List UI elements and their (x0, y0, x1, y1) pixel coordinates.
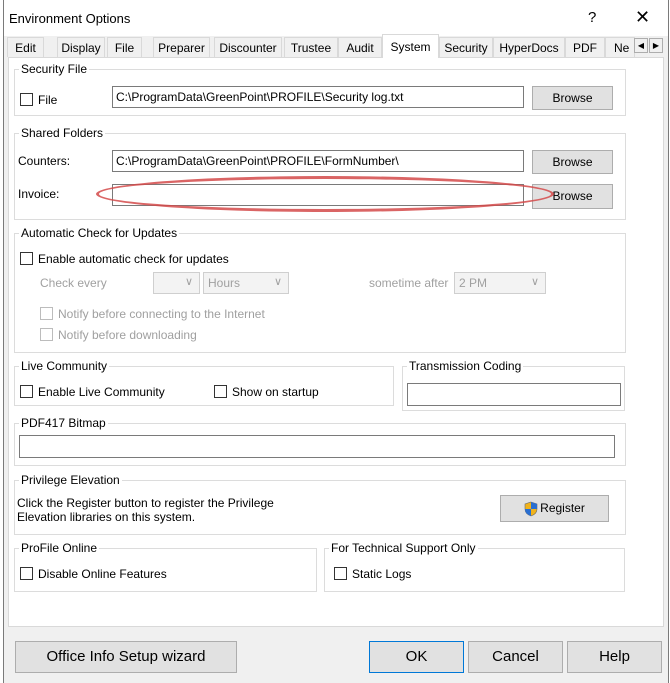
security-file-path-input[interactable]: C:\ProgramData\GreenPoint\PROFILE\Securi… (112, 86, 524, 108)
enable-auto-update-label: Enable automatic check for updates (38, 252, 229, 266)
counters-browse-button[interactable]: Browse (532, 150, 613, 174)
title-bar: Environment Options ? ✕ (4, 0, 668, 36)
chevron-down-icon: ∨ (273, 276, 282, 288)
unit-value: Hours (208, 276, 241, 290)
group-label: Automatic Check for Updates (19, 226, 180, 240)
tab-preparer[interactable]: Preparer (153, 37, 210, 57)
register-button[interactable]: Register (500, 495, 609, 522)
check-every-label: Check every (40, 276, 107, 290)
invoice-browse-button[interactable]: Browse (532, 184, 613, 209)
chevron-down-icon: ∨ (184, 276, 193, 288)
tab-hyperdocs[interactable]: HyperDocs (493, 37, 565, 57)
tab-pdf[interactable]: PDF (565, 37, 605, 57)
privilege-description-line1: Click the Register button to register th… (17, 496, 274, 510)
enable-auto-update-checkbox[interactable] (20, 252, 33, 265)
notify-connect-checkbox[interactable] (40, 307, 53, 320)
ok-button[interactable]: OK (369, 641, 464, 673)
time-value: 2 PM (459, 276, 488, 290)
invoice-label: Invoice: (18, 187, 60, 201)
help-button[interactable]: Help (567, 641, 662, 673)
tab-discounter[interactable]: Discounter (214, 37, 282, 57)
static-logs-label: Static Logs (352, 567, 412, 581)
invoice-path-input[interactable] (112, 184, 524, 206)
tab-scroll-right-icon[interactable]: ▶ (649, 38, 663, 53)
group-label: ProFile Online (19, 541, 100, 555)
tab-next[interactable]: Ne (605, 37, 635, 57)
security-file-browse-button[interactable]: Browse (532, 86, 613, 110)
tab-file[interactable]: File (107, 37, 142, 57)
tab-security[interactable]: Security (439, 37, 493, 57)
pdf417-bitmap-input[interactable] (19, 435, 615, 458)
group-label: Shared Folders (19, 126, 106, 140)
shared-folders-group: Shared Folders Counters: C:\ProgramData\… (14, 126, 626, 220)
group-label: PDF417 Bitmap (19, 416, 108, 430)
sometime-after-label: sometime after (369, 276, 449, 290)
environment-options-dialog: Environment Options ? ✕ Edit Display Fil… (3, 0, 669, 683)
enable-live-community-label: Enable Live Community (38, 385, 165, 399)
unit-dropdown[interactable]: Hours ∨ (203, 272, 289, 294)
tab-system[interactable]: System (382, 34, 439, 58)
group-label: Privilege Elevation (19, 473, 122, 487)
office-info-setup-wizard-button[interactable]: Office Info Setup wizard (15, 641, 237, 673)
help-icon[interactable]: ? (588, 9, 596, 26)
tab-scroll-left-icon[interactable]: ◀ (634, 38, 648, 53)
chevron-down-icon: ∨ (530, 276, 539, 288)
system-tab-panel: Security File File C:\ProgramData\GreenP… (8, 57, 664, 627)
register-label: Register (540, 501, 585, 515)
notify-connect-label: Notify before connecting to the Internet (58, 307, 265, 321)
interval-dropdown[interactable]: ∨ (153, 272, 200, 294)
counters-label: Counters: (18, 154, 71, 168)
cancel-button[interactable]: Cancel (468, 641, 563, 673)
disable-online-features-checkbox[interactable] (20, 567, 33, 580)
time-dropdown[interactable]: 2 PM ∨ (454, 272, 546, 294)
shield-icon (524, 501, 538, 517)
pdf417-bitmap-group: PDF417 Bitmap (14, 416, 626, 466)
privilege-description-line2: Elevation libraries on this system. (17, 510, 196, 524)
security-file-group: Security File File C:\ProgramData\GreenP… (14, 62, 626, 116)
group-label: Security File (19, 62, 90, 76)
notify-download-label: Notify before downloading (58, 328, 197, 342)
transmission-coding-group: Transmission Coding (402, 359, 625, 411)
transmission-coding-input[interactable] (407, 383, 621, 406)
tab-strip: Edit Display File Preparer Discounter Tr… (4, 34, 668, 58)
close-icon[interactable]: ✕ (635, 7, 650, 28)
live-community-group: Live Community Enable Live Community Sho… (14, 359, 394, 406)
disable-online-features-label: Disable Online Features (38, 567, 167, 581)
tab-display[interactable]: Display (57, 37, 105, 57)
show-on-startup-checkbox[interactable] (214, 385, 227, 398)
tab-audit[interactable]: Audit (338, 37, 382, 57)
group-label: Live Community (19, 359, 110, 373)
counters-path-input[interactable]: C:\ProgramData\GreenPoint\PROFILE\FormNu… (112, 150, 524, 172)
security-file-checkbox-label: File (38, 93, 58, 107)
tech-support-group: For Technical Support Only Static Logs (324, 541, 625, 592)
static-logs-checkbox[interactable] (334, 567, 347, 580)
profile-online-group: ProFile Online Disable Online Features (14, 541, 317, 592)
window-title: Environment Options (9, 11, 131, 26)
show-on-startup-label: Show on startup (232, 385, 319, 399)
group-label: For Technical Support Only (329, 541, 478, 555)
auto-update-group: Automatic Check for Updates Enable autom… (14, 226, 626, 353)
privilege-elevation-group: Privilege Elevation Click the Register b… (14, 473, 626, 535)
enable-live-community-checkbox[interactable] (20, 385, 33, 398)
notify-download-checkbox[interactable] (40, 328, 53, 341)
group-label: Transmission Coding (407, 359, 524, 373)
tab-trustee[interactable]: Trustee (284, 37, 338, 57)
security-file-checkbox[interactable] (20, 93, 33, 106)
tab-edit[interactable]: Edit (7, 37, 44, 57)
